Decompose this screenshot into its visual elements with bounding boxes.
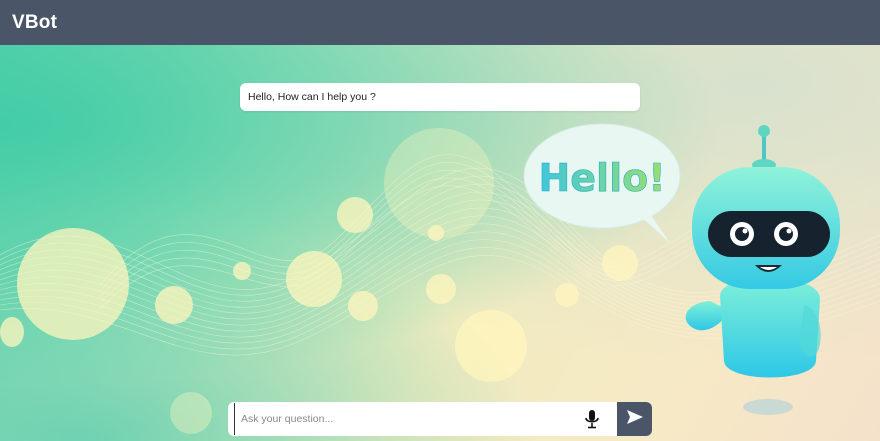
message-composer [228, 402, 652, 436]
microphone-icon[interactable] [583, 409, 601, 429]
bokeh-light [0, 317, 24, 347]
send-icon [626, 409, 644, 430]
bokeh-light [286, 251, 342, 307]
bokeh-light [455, 310, 527, 382]
bokeh-light [426, 274, 456, 304]
bokeh-light [428, 225, 444, 241]
bokeh-light [233, 262, 251, 280]
app-header: VBot [0, 0, 880, 45]
bokeh-light [170, 392, 212, 434]
bokeh-light [17, 228, 129, 340]
bokeh-light [337, 197, 373, 233]
bot-message-text: Hello, How can I help you ? [248, 91, 376, 103]
bokeh-light [348, 291, 378, 321]
chat-area: Hello, How can I help you ? Hello! [0, 45, 880, 441]
question-input-wrapper [228, 402, 617, 436]
speech-bubble: Hello! [523, 123, 681, 243]
bokeh-light [155, 286, 193, 324]
speech-bubble-text: Hello! [538, 156, 665, 200]
send-button[interactable] [617, 402, 652, 436]
app-title: VBot [12, 11, 58, 33]
robot-illustration: Hello! [523, 123, 840, 415]
bot-message: Hello, How can I help you ? [240, 83, 640, 111]
question-input[interactable] [234, 403, 583, 435]
bokeh-light [384, 128, 494, 238]
